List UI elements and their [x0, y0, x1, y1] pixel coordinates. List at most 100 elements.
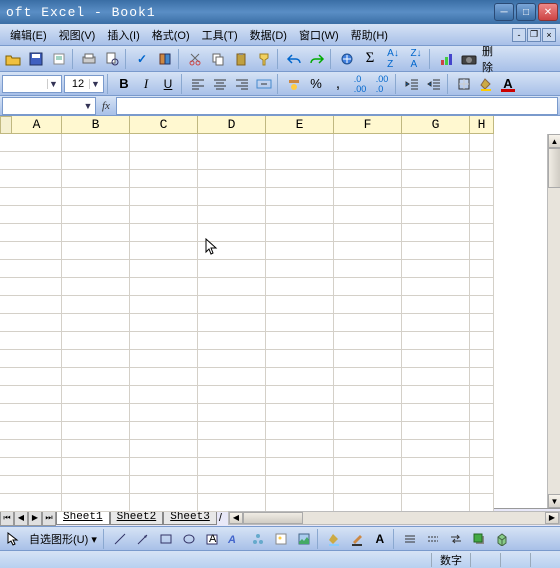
diagram-icon[interactable] [247, 528, 269, 550]
column-header-C[interactable]: C [130, 116, 198, 134]
cell[interactable] [266, 494, 334, 512]
cell[interactable] [470, 368, 494, 386]
cell[interactable] [334, 188, 402, 206]
fill-color-icon[interactable] [323, 528, 345, 550]
copy-icon[interactable] [207, 48, 229, 70]
cell[interactable] [130, 440, 198, 458]
cell[interactable] [334, 260, 402, 278]
cell[interactable] [334, 242, 402, 260]
autosum-icon[interactable]: Σ [359, 48, 381, 70]
textbox-icon[interactable]: A [201, 528, 223, 550]
sheet-tab-1[interactable]: Sheet1 [56, 510, 110, 525]
cell[interactable] [0, 422, 62, 440]
cell[interactable] [62, 404, 130, 422]
menu-format[interactable]: 格式(O) [146, 25, 196, 45]
cell[interactable] [198, 170, 266, 188]
mdi-restore-button[interactable]: ❐ [527, 28, 541, 42]
menu-insert[interactable]: 插入(I) [101, 25, 145, 45]
italic-button[interactable]: I [136, 74, 156, 94]
cell[interactable] [266, 458, 334, 476]
cell[interactable] [470, 296, 494, 314]
font-size-combo[interactable]: 12 ▼ [64, 75, 104, 93]
cell[interactable] [334, 170, 402, 188]
cell[interactable] [334, 476, 402, 494]
cell[interactable] [0, 206, 62, 224]
fill-color-button[interactable] [476, 74, 496, 94]
research-icon[interactable] [154, 48, 176, 70]
cell[interactable] [266, 296, 334, 314]
cell[interactable] [0, 170, 62, 188]
cell[interactable] [402, 386, 470, 404]
cell[interactable] [62, 440, 130, 458]
cell[interactable] [266, 422, 334, 440]
cell[interactable] [198, 386, 266, 404]
cell[interactable] [402, 152, 470, 170]
delete-button[interactable]: 删除 [481, 48, 503, 70]
currency-button[interactable] [284, 74, 304, 94]
align-right-button[interactable] [232, 74, 252, 94]
name-box[interactable]: ▼ [2, 97, 96, 115]
oval-icon[interactable] [178, 528, 200, 550]
scroll-left-button[interactable]: ◀ [229, 512, 243, 524]
cell[interactable] [198, 314, 266, 332]
column-header-F[interactable]: F [334, 116, 402, 134]
cell[interactable] [266, 404, 334, 422]
cell[interactable] [0, 296, 62, 314]
cell[interactable] [62, 260, 130, 278]
cell[interactable] [266, 206, 334, 224]
cell[interactable] [470, 206, 494, 224]
shadow-icon[interactable] [468, 528, 490, 550]
cell[interactable] [130, 188, 198, 206]
redo-icon[interactable] [306, 48, 328, 70]
cell[interactable] [130, 494, 198, 512]
sheet-tab-2[interactable]: Sheet2 [110, 510, 164, 525]
cell[interactable] [402, 296, 470, 314]
increase-indent-button[interactable] [424, 74, 444, 94]
print-preview-icon[interactable] [101, 48, 123, 70]
align-center-button[interactable] [210, 74, 230, 94]
cell[interactable] [470, 242, 494, 260]
cell[interactable] [470, 278, 494, 296]
cell[interactable] [334, 224, 402, 242]
cell[interactable] [402, 242, 470, 260]
cell[interactable] [62, 350, 130, 368]
cell[interactable] [266, 224, 334, 242]
cell[interactable] [334, 440, 402, 458]
cell[interactable] [0, 440, 62, 458]
column-header-E[interactable]: E [266, 116, 334, 134]
cell[interactable] [402, 224, 470, 242]
cell[interactable] [198, 188, 266, 206]
cell[interactable] [198, 332, 266, 350]
column-header-D[interactable]: D [198, 116, 266, 134]
arrow-icon[interactable] [132, 528, 154, 550]
cell[interactable] [470, 458, 494, 476]
cell[interactable] [334, 314, 402, 332]
cell[interactable] [0, 260, 62, 278]
cell[interactable] [130, 224, 198, 242]
cell[interactable] [62, 422, 130, 440]
cell[interactable] [402, 368, 470, 386]
format-painter-icon[interactable] [253, 48, 275, 70]
cell[interactable] [198, 440, 266, 458]
cell[interactable] [198, 368, 266, 386]
open-icon[interactable] [2, 48, 24, 70]
sort-desc-icon[interactable]: Z↓A [405, 48, 427, 70]
cell[interactable] [198, 494, 266, 512]
cell[interactable] [62, 278, 130, 296]
cell[interactable] [198, 242, 266, 260]
cell[interactable] [334, 494, 402, 512]
cell[interactable] [130, 278, 198, 296]
cell[interactable] [402, 494, 470, 512]
cell[interactable] [266, 350, 334, 368]
spelling-icon[interactable]: ✓ [131, 48, 153, 70]
menu-view[interactable]: 视图(V) [53, 25, 102, 45]
cell[interactable] [334, 350, 402, 368]
cell[interactable] [334, 152, 402, 170]
cell[interactable] [402, 440, 470, 458]
cell[interactable] [62, 296, 130, 314]
sheet-tab-3[interactable]: Sheet3 [163, 510, 217, 525]
cell[interactable] [266, 368, 334, 386]
cell[interactable] [0, 314, 62, 332]
cell[interactable] [402, 206, 470, 224]
menu-data[interactable]: 数据(D) [244, 25, 293, 45]
